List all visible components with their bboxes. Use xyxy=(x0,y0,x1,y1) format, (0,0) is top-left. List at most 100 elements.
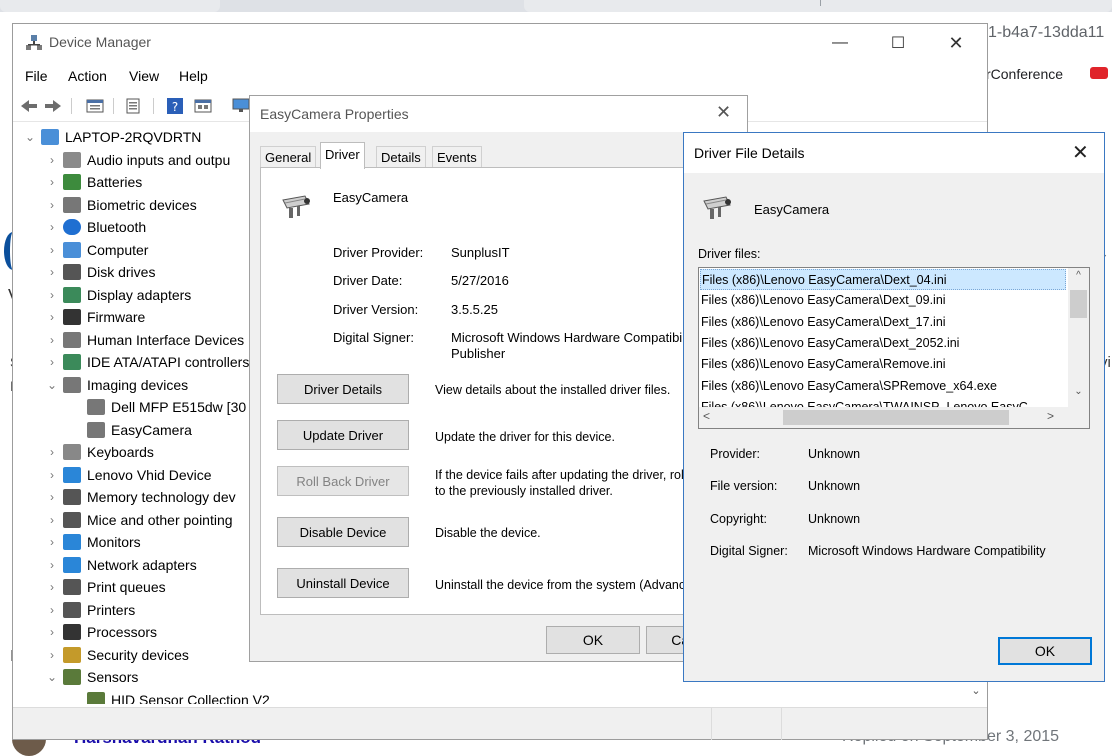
computer-root-icon xyxy=(41,129,59,145)
collapse-chevron-icon[interactable]: › xyxy=(45,175,59,189)
update-driver-button[interactable]: Update Driver xyxy=(277,420,409,450)
tab-details[interactable]: Details xyxy=(376,146,426,168)
tree-item[interactable]: › Security devices xyxy=(45,644,189,666)
collapse-chevron-icon[interactable]: › xyxy=(45,648,59,662)
collapse-chevron-icon[interactable]: › xyxy=(45,558,59,572)
tree-item[interactable]: › Processors xyxy=(45,621,157,643)
collapse-chevron-icon[interactable]: › xyxy=(45,580,59,594)
scroll-down-arrow[interactable]: ⌄ xyxy=(1068,386,1089,402)
monitor-icon[interactable] xyxy=(231,97,251,115)
tree-item[interactable]: › Audio inputs and outpu xyxy=(45,149,230,171)
properties-titlebar[interactable]: EasyCamera Properties ✕ xyxy=(250,96,747,132)
tab-driver[interactable]: Driver xyxy=(320,142,365,169)
collapse-chevron-icon[interactable]: › xyxy=(45,445,59,459)
collapse-chevron-icon[interactable]: › xyxy=(45,153,59,167)
menu-action[interactable]: Action xyxy=(68,68,107,84)
collapse-chevron-icon[interactable]: › xyxy=(45,243,59,257)
tree-item[interactable]: › Network adapters xyxy=(45,554,197,576)
tree-item[interactable]: › Print queues xyxy=(45,576,166,598)
collapse-chevron-icon[interactable]: › xyxy=(45,265,59,279)
driver-file-row[interactable]: Files (x86)\Lenovo EasyCamera\Dext_17.in… xyxy=(700,312,1066,333)
document-icon[interactable] xyxy=(123,97,143,115)
close-button[interactable]: ✕ xyxy=(716,102,731,123)
ok-button[interactable]: OK xyxy=(998,637,1092,665)
tree-item[interactable]: › Mice and other pointing xyxy=(45,509,233,531)
device-manager-titlebar[interactable]: Device Manager — ☐ ✕ xyxy=(13,24,987,62)
scan-hardware-icon[interactable] xyxy=(193,97,213,115)
tree-item[interactable]: › Firmware xyxy=(45,306,145,328)
collapse-chevron-icon[interactable]: › xyxy=(45,198,59,212)
tree-item[interactable]: › IDE ATA/ATAPI controllers xyxy=(45,351,249,373)
collapse-chevron-icon[interactable]: › xyxy=(45,625,59,639)
driver-file-row[interactable]: Files (x86)\Lenovo EasyCamera\Remove.ini xyxy=(700,354,1066,375)
back-arrow-icon[interactable] xyxy=(19,97,39,115)
tab-general[interactable]: General xyxy=(260,146,317,168)
expand-chevron-icon[interactable]: ⌄ xyxy=(45,378,59,392)
minimize-button[interactable]: — xyxy=(817,24,863,62)
tree-item[interactable]: Dell MFP E515dw [30 xyxy=(69,396,246,418)
ok-button[interactable]: OK xyxy=(546,626,640,654)
driver-file-row[interactable]: Files (x86)\Lenovo EasyCamera\Dext_04.in… xyxy=(700,269,1066,290)
scroll-left-arrow[interactable]: < xyxy=(703,409,710,423)
menu-file[interactable]: File xyxy=(25,68,48,84)
tree-item[interactable]: ⌄ LAPTOP-2RQVDRTN xyxy=(23,126,201,148)
tree-item[interactable]: › Lenovo Vhid Device xyxy=(45,464,212,486)
help-icon[interactable]: ? xyxy=(165,97,185,115)
expand-chevron-icon[interactable]: ⌄ xyxy=(45,670,59,684)
driver-file-row[interactable]: Files (x86)\Lenovo EasyCamera\Dext_2052.… xyxy=(700,333,1066,354)
collapse-chevron-icon[interactable]: › xyxy=(45,535,59,549)
tree-item[interactable]: › Display adapters xyxy=(45,284,191,306)
driver-file-row[interactable]: Files (x86)\Lenovo EasyCamera\Dext_09.in… xyxy=(700,290,1066,311)
collapse-chevron-icon[interactable]: › xyxy=(45,333,59,347)
close-button[interactable]: ✕ xyxy=(933,24,979,62)
collapse-chevron-icon[interactable]: › xyxy=(45,603,59,617)
roll-back-driver-button[interactable]: Roll Back Driver xyxy=(277,466,409,496)
expand-chevron-icon[interactable]: ⌄ xyxy=(23,130,37,144)
tree-item[interactable]: › Biometric devices xyxy=(45,194,197,216)
uninstall-device-button[interactable]: Uninstall Device xyxy=(277,568,409,598)
scroll-down-arrow[interactable]: ⌄ xyxy=(967,679,985,701)
menu-view[interactable]: View xyxy=(129,68,159,84)
tree-item[interactable]: › Monitors xyxy=(45,531,141,553)
driver-file-details-titlebar[interactable]: Driver File Details ✕ xyxy=(684,133,1104,173)
browser-tab[interactable] xyxy=(0,0,220,12)
tree-item[interactable]: EasyCamera xyxy=(69,419,192,441)
menu-help[interactable]: Help xyxy=(179,68,208,84)
forward-arrow-icon[interactable] xyxy=(43,97,63,115)
tree-item[interactable]: › Human Interface Devices xyxy=(45,329,244,351)
tree-item[interactable]: ⌄ Imaging devices xyxy=(45,374,188,396)
scroll-thumb[interactable] xyxy=(1070,290,1087,318)
collapse-chevron-icon[interactable]: › xyxy=(45,513,59,527)
collapse-chevron-icon[interactable]: › xyxy=(45,310,59,324)
driver-files-list[interactable]: Files (x86)\Lenovo EasyCamera\Dext_04.in… xyxy=(698,267,1090,429)
vertical-scrollbar[interactable]: ^ ⌄ xyxy=(1068,268,1089,407)
bookmark-sofa-icon[interactable] xyxy=(1090,67,1108,79)
collapse-chevron-icon[interactable]: › xyxy=(45,288,59,302)
driver-details-button[interactable]: Driver Details xyxy=(277,374,409,404)
disable-device-button[interactable]: Disable Device xyxy=(277,517,409,547)
tree-item[interactable]: › Keyboards xyxy=(45,441,154,463)
scroll-right-arrow[interactable]: > xyxy=(1047,409,1054,423)
tree-item[interactable]: HID Sensor Collection V2 xyxy=(69,689,270,704)
driver-file-row[interactable]: Files (x86)\Lenovo EasyCamera\SPRemove_x… xyxy=(700,376,1066,397)
tree-item[interactable]: › Computer xyxy=(45,239,148,261)
collapse-chevron-icon[interactable]: › xyxy=(45,355,59,369)
browser-tab-active[interactable] xyxy=(524,0,1112,12)
close-button[interactable]: ✕ xyxy=(1072,140,1089,165)
tree-item[interactable]: › Memory technology dev xyxy=(45,486,236,508)
scroll-thumb[interactable] xyxy=(783,410,1009,425)
horizontal-scrollbar[interactable]: < > xyxy=(699,407,1089,428)
tree-item[interactable]: ⌄ Sensors xyxy=(45,666,138,688)
collapse-chevron-icon[interactable]: › xyxy=(45,468,59,482)
tree-item[interactable]: › Disk drives xyxy=(45,261,155,283)
tab-events[interactable]: Events xyxy=(432,146,482,168)
scroll-up-arrow[interactable]: ^ xyxy=(1068,270,1089,286)
tree-item[interactable]: › Printers xyxy=(45,599,135,621)
properties-icon[interactable] xyxy=(85,97,105,115)
tree-item[interactable]: › Bluetooth xyxy=(45,216,146,238)
collapse-chevron-icon[interactable]: › xyxy=(45,220,59,234)
collapse-chevron-icon[interactable]: › xyxy=(45,490,59,504)
background-bookmark-text[interactable]: rConference xyxy=(986,66,1063,82)
tree-item[interactable]: › Batteries xyxy=(45,171,142,193)
maximize-button[interactable]: ☐ xyxy=(875,24,921,62)
